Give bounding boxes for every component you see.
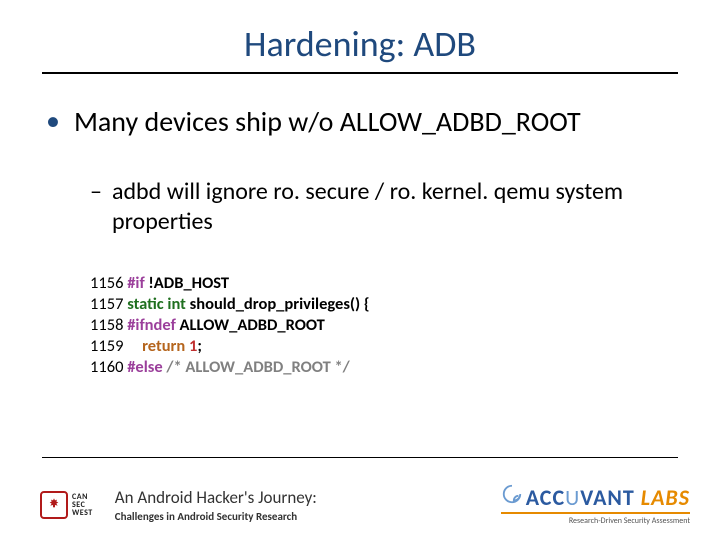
- code-line-2: 1157 static int should_drop_privileges()…: [90, 294, 678, 315]
- cansecwest-logo: CAN SEC WEST: [40, 491, 93, 519]
- accuvant-tagline: Research-Driven Security Assessment: [501, 512, 690, 526]
- conf-line-3: WEST: [72, 509, 93, 517]
- footer-title: An Android Hacker's Journey:: [115, 487, 501, 508]
- footer-mid: An Android Hacker's Journey: Challenges …: [93, 487, 501, 523]
- title-rule: [42, 72, 678, 74]
- code-line-1: 1156 #if !ADB_HOST: [90, 273, 678, 294]
- footer: CAN SEC WEST An Android Hacker's Journey…: [0, 471, 720, 540]
- code-line-4: 1159 return 1;: [90, 336, 678, 357]
- bullet-l2-text: adbd will ignore ro. secure / ro. kernel…: [112, 177, 678, 237]
- accuvant-logo: ACCUVANT LABS Research-Driven Security A…: [501, 483, 690, 526]
- swirl-icon: [501, 483, 523, 505]
- code-line-5: 1160 #else /* ALLOW_ADBD_ROOT */: [90, 357, 678, 378]
- bullet-level-2: – adbd will ignore ro. secure / ro. kern…: [90, 177, 678, 237]
- footer-subtitle: Challenges in Android Security Research: [115, 510, 501, 523]
- maple-leaf-icon: [40, 491, 68, 519]
- accuvant-word: ACCUVANT: [526, 484, 635, 511]
- labs-word: LABS: [641, 484, 690, 511]
- code-line-3: 1158 #ifndef ALLOW_ADBD_ROOT: [90, 315, 678, 336]
- slide-title: Hardening: ADB: [42, 22, 678, 72]
- bullet-l1-text: Many devices ship w/o ALLOW_ADBD_ROOT: [74, 104, 581, 139]
- footer-rule: [42, 457, 678, 458]
- bullet-dot-icon: •: [46, 104, 60, 138]
- bullet-level-1: • Many devices ship w/o ALLOW_ADBD_ROOT: [46, 104, 678, 139]
- footer-left: CAN SEC WEST: [40, 491, 93, 519]
- bullet-dash-icon: –: [90, 177, 102, 207]
- code-block: 1156 #if !ADB_HOST 1157 static int shoul…: [90, 273, 678, 379]
